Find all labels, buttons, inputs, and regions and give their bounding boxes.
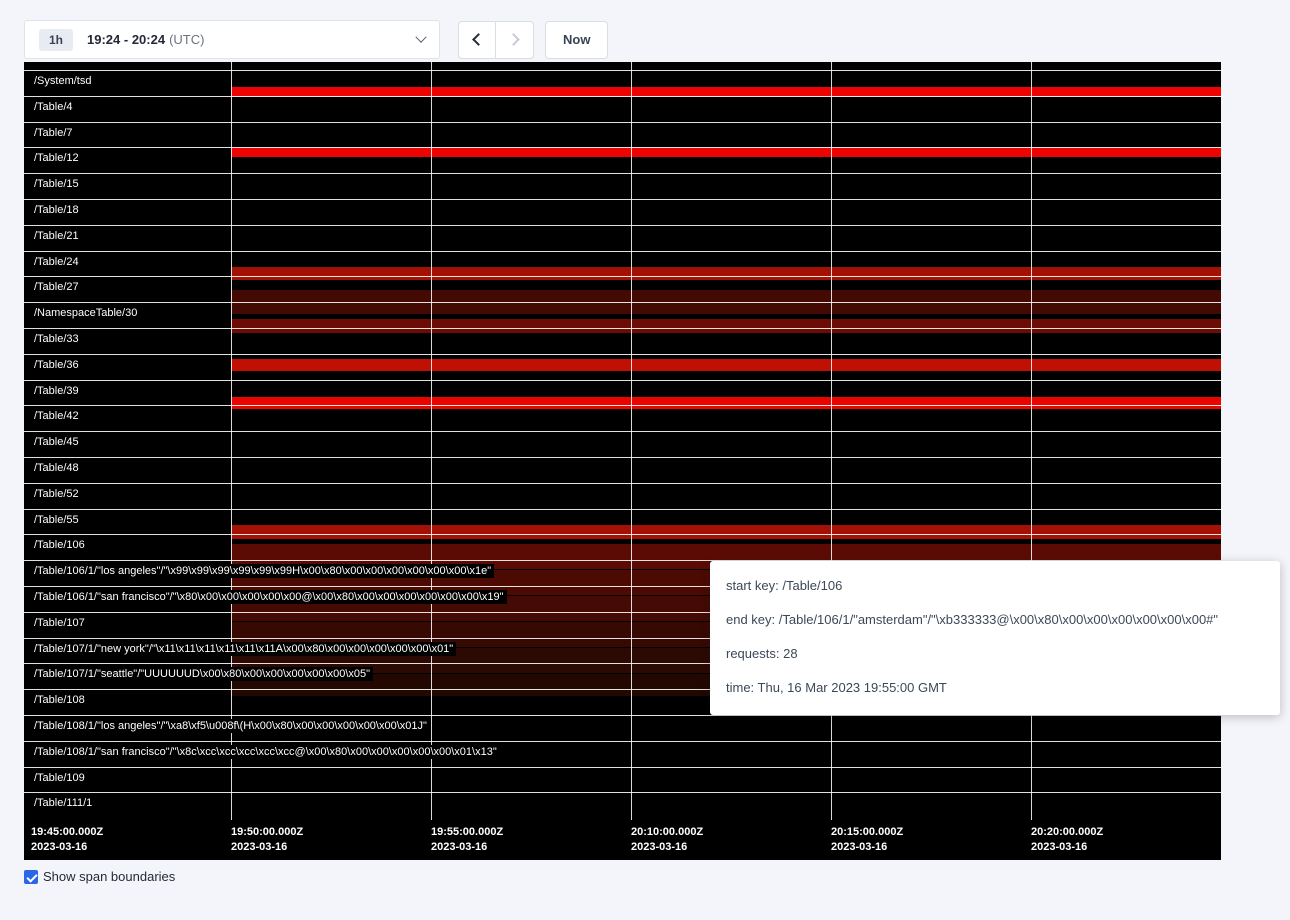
span-key-label: /Table/21	[31, 229, 82, 243]
time-preset-badge: 1h	[39, 29, 73, 51]
time-gridline	[231, 62, 232, 820]
span-key-label: /Table/36	[31, 358, 82, 372]
x-axis-tick: 19:45:00.000Z2023-03-16	[31, 825, 103, 855]
chevron-right-icon	[507, 33, 520, 46]
span-key-label: /Table/108/1/"san francisco"/"\x8c\xcc\x…	[31, 745, 500, 759]
heatmap-row: /Table/109	[24, 767, 1221, 793]
time-gridline	[431, 62, 432, 820]
span-key-label: /Table/45	[31, 435, 82, 449]
x-axis-tick: 20:20:00.000Z2023-03-16	[1031, 825, 1103, 855]
show-span-boundaries-label: Show span boundaries	[43, 869, 175, 884]
prev-range-button[interactable]	[458, 21, 496, 59]
span-key-label: /Table/4	[31, 100, 76, 114]
next-range-button[interactable]	[496, 21, 534, 59]
span-key-label: /Table/52	[31, 487, 82, 501]
span-key-label: /Table/55	[31, 513, 82, 527]
x-axis-tick: 20:15:00.000Z2023-03-16	[831, 825, 903, 855]
x-axis-tick: 19:55:00.000Z2023-03-16	[431, 825, 503, 855]
span-key-label: /Table/111/1	[31, 796, 95, 810]
chevron-down-icon	[415, 31, 426, 42]
footer: Show span boundaries	[24, 869, 1290, 884]
tooltip-requests: requests: 28	[726, 637, 1264, 671]
x-axis-tick: 20:10:00.000Z2023-03-16	[631, 825, 703, 855]
heatmap-band[interactable]	[231, 148, 1221, 157]
heatmap-row: /Table/21	[24, 225, 1221, 251]
time-nav-group	[458, 21, 534, 59]
heatmap-tooltip: start key: /Table/106 end key: /Table/10…	[710, 561, 1280, 715]
span-key-label: /Table/27	[31, 280, 82, 294]
heatmap-row: /Table/4	[24, 96, 1221, 122]
span-key-label: /Table/18	[31, 203, 82, 217]
heatmap-row: /Table/111/1	[24, 792, 1221, 818]
span-key-label: /Table/33	[31, 332, 82, 346]
time-range-value: 19:24 - 20:24	[87, 32, 165, 47]
span-key-label: /Table/15	[31, 177, 82, 191]
show-span-boundaries-checkbox[interactable]	[24, 870, 38, 884]
heatmap-band[interactable]	[231, 87, 1221, 97]
time-range-selector[interactable]: 1h 19:24 - 20:24 (UTC)	[24, 20, 440, 59]
heatmap-band[interactable]	[231, 397, 1221, 409]
heatmap-band[interactable]	[231, 525, 1221, 539]
heatmap-row: /Table/42	[24, 405, 1221, 431]
tooltip-start-key: start key: /Table/106	[726, 569, 1264, 603]
heatmap-row: /Table/15	[24, 173, 1221, 199]
span-key-label: /Table/107	[31, 616, 88, 630]
heatmap-row: /Table/108/1/"san francisco"/"\x8c\xcc\x…	[24, 741, 1221, 767]
heatmap-row: /Table/7	[24, 122, 1221, 148]
heatmap-row: /Table/45	[24, 431, 1221, 457]
heatmap-row: /Table/48	[24, 457, 1221, 483]
span-key-label: /NamespaceTable/30	[31, 306, 140, 320]
span-key-label: /Table/39	[31, 384, 82, 398]
span-key-label: /Table/109	[31, 771, 88, 785]
heatmap-row: /Table/18	[24, 199, 1221, 225]
heatmap-band[interactable]	[231, 359, 1221, 371]
heatmap-band[interactable]	[231, 267, 1221, 280]
tooltip-time: time: Thu, 16 Mar 2023 19:55:00 GMT	[726, 671, 1264, 705]
heatmap-band[interactable]	[231, 290, 1221, 314]
span-key-label: /Table/7	[31, 126, 76, 140]
tooltip-end-key: end key: /Table/106/1/"amsterdam"/"\xb33…	[726, 603, 1264, 637]
span-key-label: /Table/108	[31, 693, 88, 707]
heatmap-row: /Table/108/1/"los angeles"/"\xa8\xf5\u00…	[24, 715, 1221, 741]
span-key-label: /Table/42	[31, 409, 82, 423]
toolbar: 1h 19:24 - 20:24 (UTC) Now	[24, 20, 1290, 59]
timezone-label: (UTC)	[169, 32, 204, 47]
span-key-label: /Table/24	[31, 255, 82, 269]
heatmap-row: /Table/52	[24, 483, 1221, 509]
heatmap-canvas[interactable]: /System/tsd/Table/4/Table/7/Table/12/Tab…	[24, 62, 1221, 860]
span-key-label: /System/tsd	[31, 74, 94, 88]
span-key-label: /Table/48	[31, 461, 82, 475]
time-gridline	[631, 62, 632, 820]
chevron-left-icon	[472, 33, 485, 46]
heatmap-band[interactable]	[231, 319, 1221, 333]
x-axis-tick: 19:50:00.000Z2023-03-16	[231, 825, 303, 855]
span-key-label: /Table/12	[31, 151, 82, 165]
key-visualizer-page: 1h 19:24 - 20:24 (UTC) Now /System/tsd/Ta…	[0, 20, 1290, 920]
now-button[interactable]: Now	[545, 21, 608, 59]
time-range-text: 19:24 - 20:24 (UTC)	[87, 32, 204, 47]
span-key-label: /Table/106	[31, 538, 88, 552]
